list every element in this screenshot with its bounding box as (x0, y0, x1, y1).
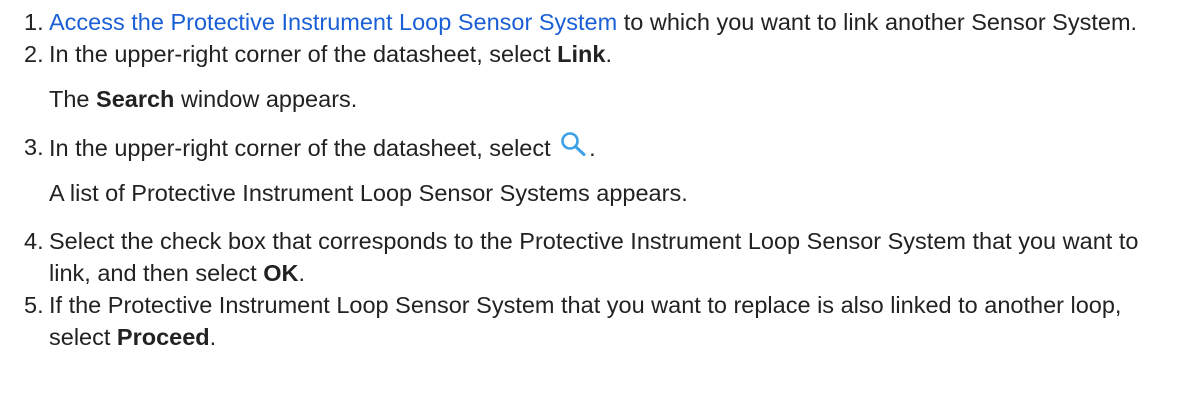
step-text-before: In the upper-right corner of the datashe… (49, 135, 558, 161)
step-text-after: to which you want to link another Sensor… (617, 9, 1138, 35)
step-text-after: . (298, 260, 306, 286)
step-text: Select the check box that corresponds to… (49, 225, 1164, 289)
step-4: 4. Select the check box that corresponds… (24, 225, 1164, 289)
step-text-after: . (605, 41, 613, 67)
access-sensor-system-link[interactable]: Access the Protective Instrument Loop Se… (49, 9, 617, 35)
search-window-label: Search (96, 86, 175, 112)
procedure-content: 1. Access the Protective Instrument Loop… (0, 0, 1184, 418)
link-button-label: Link (557, 41, 606, 67)
step-text: Access the Protective Instrument Loop Se… (49, 6, 1164, 38)
step-number: 2. (24, 41, 44, 67)
step-text-before: In the upper-right corner of the datashe… (49, 41, 558, 67)
proceed-button-label: Proceed (116, 324, 210, 350)
step-number: 1. (24, 9, 44, 35)
step-2: 2. In the upper-right corner of the data… (24, 38, 1164, 115)
step-number: 4. (24, 228, 44, 254)
step-text: If the Protective Instrument Loop Sensor… (49, 289, 1164, 353)
step-text: In the upper-right corner of the datashe… (49, 38, 1164, 70)
procedure-steps: 1. Access the Protective Instrument Loop… (24, 6, 1164, 353)
step-3: 3. In the upper-right corner of the data… (24, 131, 1164, 209)
result-text-before: The (49, 86, 97, 112)
step-text-before: Select the check box that corresponds to… (49, 228, 1139, 286)
step-number: 5. (24, 292, 44, 318)
step-text-after: . (589, 135, 596, 161)
step-number: 3. (24, 134, 44, 160)
ok-button-label: OK (263, 260, 299, 286)
step-text-after: . (209, 324, 217, 350)
step-1: 1. Access the Protective Instrument Loop… (24, 6, 1164, 38)
result-text-after: window appears. (174, 86, 358, 112)
step-5: 5. If the Protective Instrument Loop Sen… (24, 289, 1164, 353)
step-result: A list of Protective Instrument Loop Sen… (49, 180, 688, 206)
step-text: In the upper-right corner of the datashe… (49, 131, 1164, 164)
search-icon (559, 131, 589, 157)
step-result: The Search window appears. (49, 83, 1164, 115)
